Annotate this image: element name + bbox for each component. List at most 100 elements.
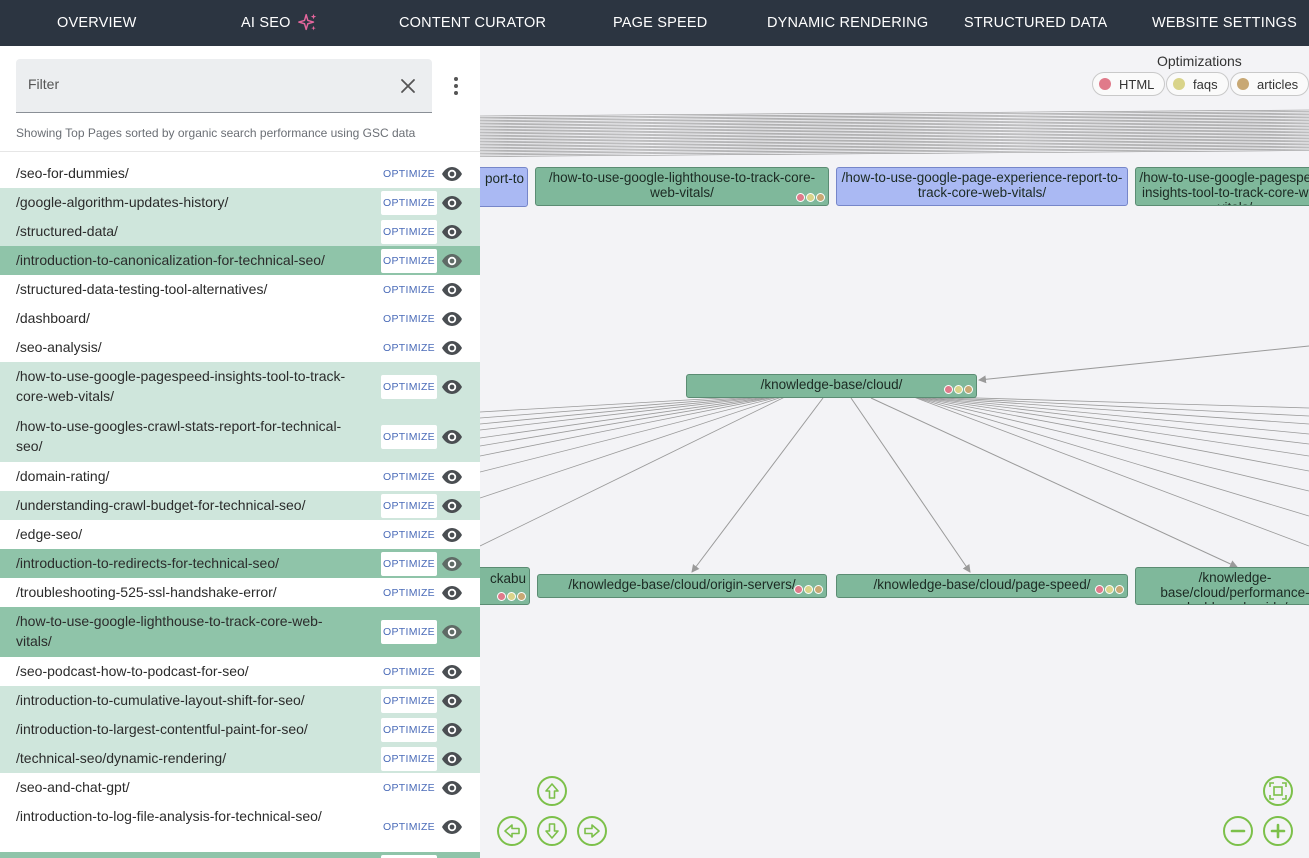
filter-input[interactable] [28, 76, 388, 92]
page-row[interactable]: /introduction-to-cumulative-layout-shift… [0, 686, 480, 715]
optimize-button[interactable]: OPTIMIZE [381, 219, 437, 244]
eye-icon[interactable] [441, 311, 463, 327]
legend-chip-html[interactable]: HTML [1092, 72, 1166, 96]
optimize-button[interactable]: OPTIMIZE [381, 854, 437, 858]
eye-icon[interactable] [441, 585, 463, 601]
page-row[interactable]: /dashboard/OPTIMIZE [0, 304, 480, 333]
page-row[interactable]: /how-to-use-google-pagespeed-insights-to… [0, 362, 480, 412]
page-row[interactable]: /structured-data/OPTIMIZE [0, 217, 480, 246]
graph-node-knowledge-base-cloud[interactable]: /knowledge-base/cloud/ [686, 374, 977, 398]
eye-icon[interactable] [441, 253, 463, 269]
eye-icon[interactable] [441, 664, 463, 680]
eye-icon[interactable] [441, 340, 463, 356]
optimize-button[interactable]: OPTIMIZE [381, 717, 437, 742]
optimize-button[interactable]: OPTIMIZE [381, 307, 437, 331]
tab-dynamic-rendering[interactable]: DYNAMIC RENDERING [767, 0, 928, 46]
legend-chip-faqs[interactable]: faqs [1166, 72, 1229, 96]
eye-icon[interactable] [441, 693, 463, 709]
graph-node[interactable]: /how-to-use-google-pagespeed-insights-to… [1135, 167, 1309, 206]
page-row[interactable]: /how-to-use-google-lighthouse-to-track-c… [0, 607, 480, 657]
zoom-out-button[interactable] [1223, 816, 1253, 846]
tab-ai-seo[interactable]: AI SEO [241, 0, 319, 46]
eye-icon[interactable] [441, 624, 463, 640]
optimize-button[interactable]: OPTIMIZE [381, 688, 437, 713]
optimize-button[interactable]: OPTIMIZE [381, 776, 437, 800]
tab-website-settings[interactable]: WEBSITE SETTINGS [1152, 0, 1297, 46]
graph-edge [910, 395, 1309, 517]
tab-content-curator[interactable]: CONTENT CURATOR [399, 0, 546, 46]
eye-icon[interactable] [441, 379, 463, 395]
more-options-icon[interactable] [446, 74, 466, 98]
page-row[interactable]: /troubleshooting-525-ssl-handshake-error… [0, 578, 480, 607]
optimize-button[interactable]: OPTIMIZE [381, 336, 437, 360]
site-graph-canvas[interactable]: Optimizations HTML faqs articles port-to… [480, 46, 1309, 858]
optimize-button[interactable]: OPTIMIZE [381, 493, 437, 518]
eye-icon[interactable] [441, 527, 463, 543]
graph-node[interactable]: /how-to-use-google-lighthouse-to-track-c… [535, 167, 829, 206]
tab-overview[interactable]: OVERVIEW [57, 0, 137, 46]
optimize-button[interactable]: OPTIMIZE [381, 815, 437, 839]
eye-icon[interactable] [441, 282, 463, 298]
eye-icon[interactable] [441, 751, 463, 767]
graph-node[interactable]: /knowledge-base/cloud/page-speed/ [836, 574, 1128, 598]
eye-icon[interactable] [441, 556, 463, 572]
page-row[interactable]: /client-side-vs-server-side-vs-dynamic-r… [0, 852, 480, 858]
page-row[interactable]: /seo-and-chat-gpt/OPTIMIZE [0, 773, 480, 802]
optimize-button[interactable]: OPTIMIZE [381, 523, 437, 547]
graph-node[interactable]: ckabu [480, 567, 530, 605]
page-row[interactable]: /edge-seo/OPTIMIZE [0, 520, 480, 549]
eye-icon[interactable] [441, 722, 463, 738]
zoom-in-button[interactable] [1263, 816, 1293, 846]
eye-icon[interactable] [441, 429, 463, 445]
optimize-button[interactable]: OPTIMIZE [381, 248, 437, 273]
page-row[interactable]: /introduction-to-log-file-analysis-for-t… [0, 802, 480, 852]
optimize-button[interactable]: OPTIMIZE [381, 425, 437, 449]
eye-icon[interactable] [441, 469, 463, 485]
legend-chip-articles[interactable]: articles [1230, 72, 1309, 96]
eye-icon[interactable] [441, 195, 463, 211]
page-row[interactable]: /understanding-crawl-budget-for-technica… [0, 491, 480, 520]
tab-structured-data[interactable]: STRUCTURED DATA [964, 0, 1107, 46]
page-path: /introduction-to-largest-contentful-pain… [16, 721, 308, 737]
eye-icon[interactable] [441, 224, 463, 240]
eye-icon[interactable] [441, 819, 463, 835]
optimize-button[interactable]: OPTIMIZE [381, 746, 437, 771]
legend-title: Optimizations [1157, 53, 1242, 69]
optimize-button[interactable]: OPTIMIZE [381, 620, 437, 644]
graph-node[interactable]: /knowledge-base/cloud/performance-dashbo… [1135, 567, 1309, 605]
optimize-button[interactable]: OPTIMIZE [381, 581, 437, 605]
page-row[interactable]: /how-to-use-googles-crawl-stats-report-f… [0, 412, 480, 462]
optimize-button[interactable]: OPTIMIZE [381, 660, 437, 684]
page-row[interactable]: /seo-analysis/OPTIMIZE [0, 333, 480, 362]
pan-left-button[interactable] [497, 816, 527, 846]
eye-icon[interactable] [441, 498, 463, 514]
tab-page-speed[interactable]: PAGE SPEED [613, 0, 707, 46]
page-row[interactable]: /structured-data-testing-tool-alternativ… [0, 275, 480, 304]
page-row[interactable]: /introduction-to-canonicalization-for-te… [0, 246, 480, 275]
optimize-button[interactable]: OPTIMIZE [381, 465, 437, 489]
pan-up-button[interactable] [537, 776, 567, 806]
optimize-button[interactable]: OPTIMIZE [381, 278, 437, 302]
filter-field[interactable] [16, 59, 432, 113]
graph-node[interactable]: port-to [480, 167, 528, 207]
page-row[interactable]: /technical-seo/dynamic-rendering/OPTIMIZ… [0, 744, 480, 773]
page-row[interactable]: /domain-rating/OPTIMIZE [0, 462, 480, 491]
optimize-button[interactable]: OPTIMIZE [381, 190, 437, 215]
page-row[interactable]: /introduction-to-redirects-for-technical… [0, 549, 480, 578]
page-row[interactable]: /introduction-to-largest-contentful-pain… [0, 715, 480, 744]
fit-to-screen-button[interactable] [1263, 776, 1293, 806]
eye-icon[interactable] [441, 166, 463, 182]
page-row[interactable]: /seo-podcast-how-to-podcast-for-seo/OPTI… [0, 657, 480, 686]
page-row[interactable]: /google-algorithm-updates-history/OPTIMI… [0, 188, 480, 217]
page-row[interactable]: /seo-for-dummies/OPTIMIZE [0, 159, 480, 188]
eye-icon[interactable] [441, 780, 463, 796]
graph-node[interactable]: /knowledge-base/cloud/origin-servers/ [537, 574, 827, 598]
pan-down-button[interactable] [537, 816, 567, 846]
page-path: /seo-and-chat-gpt/ [16, 779, 130, 795]
optimize-button[interactable]: OPTIMIZE [381, 162, 437, 186]
optimize-button[interactable]: OPTIMIZE [381, 551, 437, 576]
optimize-button[interactable]: OPTIMIZE [381, 375, 437, 399]
graph-node[interactable]: /how-to-use-google-page-experience-repor… [836, 167, 1128, 206]
pan-right-button[interactable] [577, 816, 607, 846]
close-icon[interactable] [398, 76, 418, 96]
